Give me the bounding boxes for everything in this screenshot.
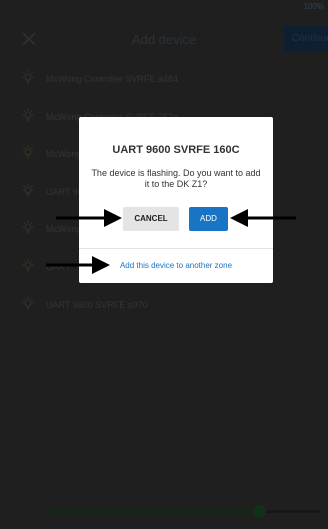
add-button[interactable]: ADD xyxy=(189,207,228,231)
cancel-button[interactable]: CANCEL xyxy=(123,207,179,231)
dialog-divider xyxy=(79,248,273,249)
dialog-message: The device is flashing. Do you want to a… xyxy=(91,168,261,189)
dialog-title: UART 9600 SVRFE 160C xyxy=(112,144,240,156)
add-to-another-zone-link[interactable]: Add this device to another zone xyxy=(79,261,273,270)
add-device-dialog: UART 9600 SVRFE 160C The device is flash… xyxy=(79,117,273,283)
app-screen: 100% Add device Continue McWong Controll… xyxy=(0,0,328,529)
